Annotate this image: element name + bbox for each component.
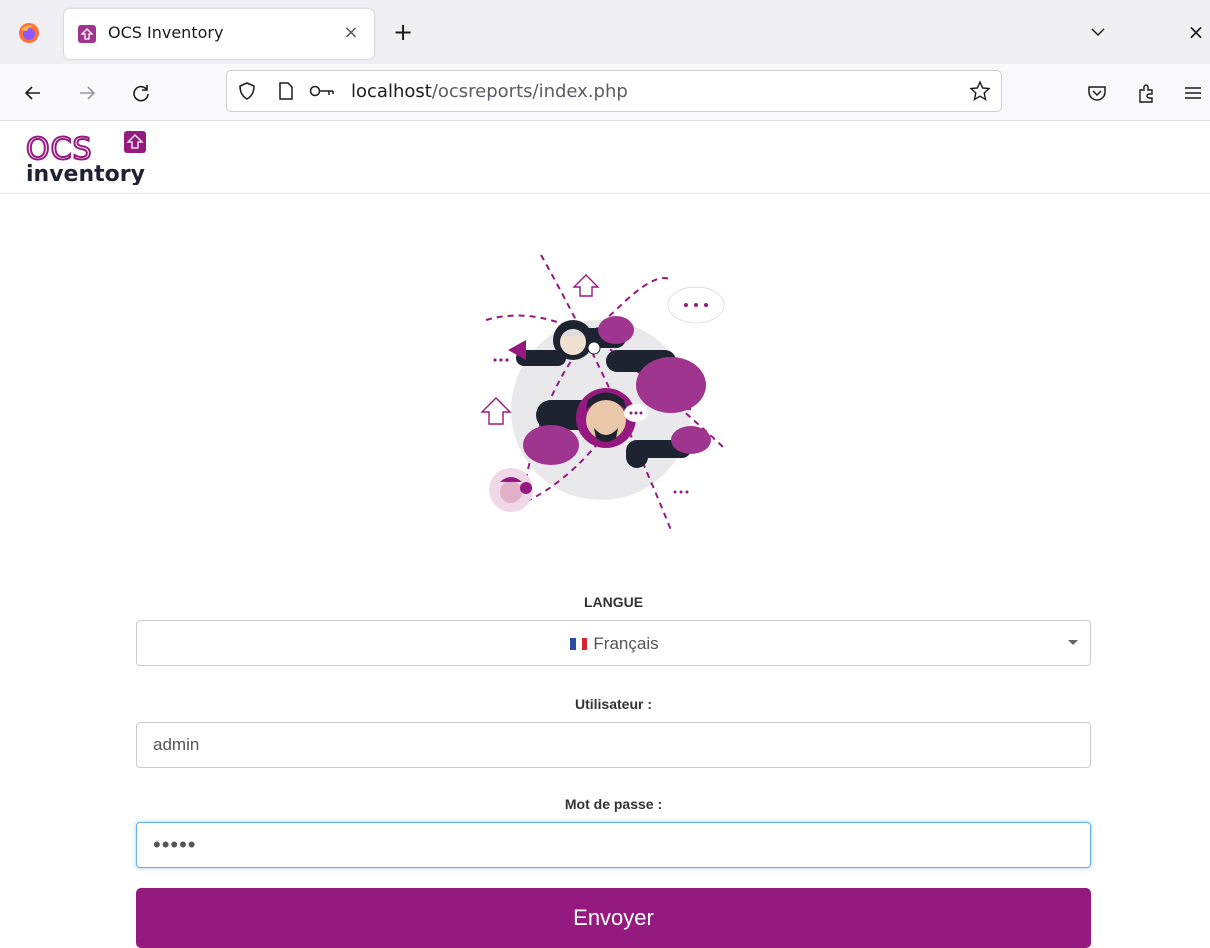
chevron-down-icon[interactable] — [1068, 640, 1078, 645]
ocs-favicon-icon — [78, 25, 96, 43]
password-label: Mot de passe : — [564, 796, 663, 812]
site-header: OCS inventory — [0, 121, 1210, 194]
language-label: LANGUE — [583, 594, 644, 610]
logo-text-bottom: inventory — [26, 162, 145, 185]
browser-nav-bar: localhost/ocsreports/index.php — [0, 64, 1210, 121]
reload-icon[interactable] — [130, 82, 152, 104]
browser-tab-bar: OCS Inventory × + × — [0, 0, 1210, 64]
flag-fr-icon — [570, 638, 588, 650]
password-input[interactable] — [136, 822, 1091, 868]
language-select[interactable]: Français — [136, 620, 1091, 666]
firefox-icon[interactable] — [18, 22, 40, 44]
url-bar[interactable]: localhost/ocsreports/index.php — [226, 70, 1002, 112]
bookmark-star-icon[interactable] — [969, 80, 991, 102]
shield-icon[interactable] — [237, 81, 257, 101]
url-host: localhost — [351, 81, 432, 102]
window-close-button[interactable]: × — [1186, 20, 1206, 44]
new-tab-button[interactable]: + — [390, 20, 416, 46]
hero-illustration — [480, 254, 727, 531]
url-path: /ocsreports/index.php — [431, 81, 628, 102]
page-icon[interactable] — [277, 81, 295, 101]
ocs-inventory-logo[interactable]: OCS inventory — [24, 125, 154, 185]
tab-close-icon[interactable]: × — [340, 22, 362, 44]
language-value-text: Français — [593, 634, 659, 653]
user-label: Utilisateur : — [574, 696, 652, 712]
extensions-icon[interactable] — [1136, 82, 1158, 104]
tab-list-chevron-icon[interactable] — [1088, 24, 1108, 40]
key-icon[interactable] — [309, 83, 335, 99]
tab-title: OCS Inventory — [108, 23, 224, 42]
username-input[interactable] — [136, 722, 1091, 768]
url-text[interactable]: localhost/ocsreports/index.php — [351, 81, 628, 102]
back-icon[interactable] — [22, 82, 44, 104]
forward-icon[interactable] — [76, 82, 98, 104]
pocket-icon[interactable] — [1086, 82, 1108, 104]
submit-button[interactable]: Envoyer — [136, 888, 1091, 948]
menu-icon[interactable] — [1182, 82, 1204, 104]
language-selected-value: Français — [137, 634, 1092, 654]
active-tab[interactable]: OCS Inventory × — [64, 9, 374, 59]
